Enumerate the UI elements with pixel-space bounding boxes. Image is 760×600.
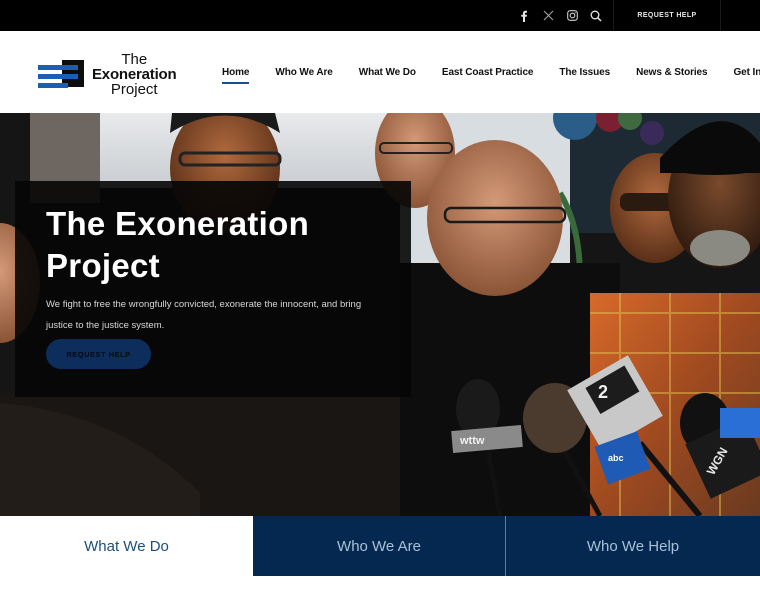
- tab-what-we-do[interactable]: What We Do: [0, 516, 253, 576]
- tab-who-we-help[interactable]: Who We Help: [506, 516, 760, 576]
- site-logo[interactable]: The Exoneration Project: [38, 51, 177, 98]
- logo-line-1: The: [121, 51, 148, 68]
- x-twitter-icon[interactable]: [536, 0, 560, 31]
- logo-line-2: Exoneration: [92, 66, 177, 83]
- instagram-icon[interactable]: [560, 0, 584, 31]
- hero-title: The Exoneration Project: [46, 205, 310, 284]
- nav-who-we-are[interactable]: Who We Are: [275, 67, 332, 78]
- main-nav: Home Who We Are What We Do East Coast Pr…: [222, 31, 760, 113]
- hero-description: We fight to free the wrongfully convicte…: [46, 299, 362, 331]
- nav-home[interactable]: Home: [222, 67, 250, 84]
- nav-east-coast-practice[interactable]: East Coast Practice: [442, 67, 534, 78]
- section-tabs: What We Do Who We Are Who We Help: [0, 516, 760, 576]
- search-icon[interactable]: [584, 0, 608, 31]
- logo-mark-icon: [38, 59, 84, 90]
- request-help-button[interactable]: REQUEST HELP: [46, 339, 151, 369]
- logo-line-3: Project: [110, 81, 158, 98]
- divider: [720, 0, 721, 31]
- request-help-link[interactable]: REQUEST HELP: [614, 0, 720, 31]
- nav-what-we-do[interactable]: What We Do: [359, 67, 416, 78]
- svg-text:wttw: wttw: [459, 435, 485, 447]
- tab-who-we-are[interactable]: Who We Are: [253, 516, 506, 576]
- nav-news-stories[interactable]: News & Stories: [636, 67, 708, 78]
- hero-section: wttw 2 abc WGN The Exoneration Project W…: [0, 113, 760, 516]
- svg-text:2: 2: [598, 382, 608, 402]
- facebook-icon[interactable]: [512, 0, 536, 31]
- site-header: The Exoneration Project Home Who We Are …: [0, 31, 760, 113]
- utility-bar: REQUEST HELP: [0, 0, 760, 31]
- svg-text:abc: abc: [608, 453, 624, 463]
- nav-the-issues[interactable]: The Issues: [559, 67, 610, 78]
- logo-wordmark: The Exoneration Project: [92, 51, 177, 98]
- social-links: [512, 0, 608, 31]
- nav-get-involved[interactable]: Get Involved: [733, 67, 760, 78]
